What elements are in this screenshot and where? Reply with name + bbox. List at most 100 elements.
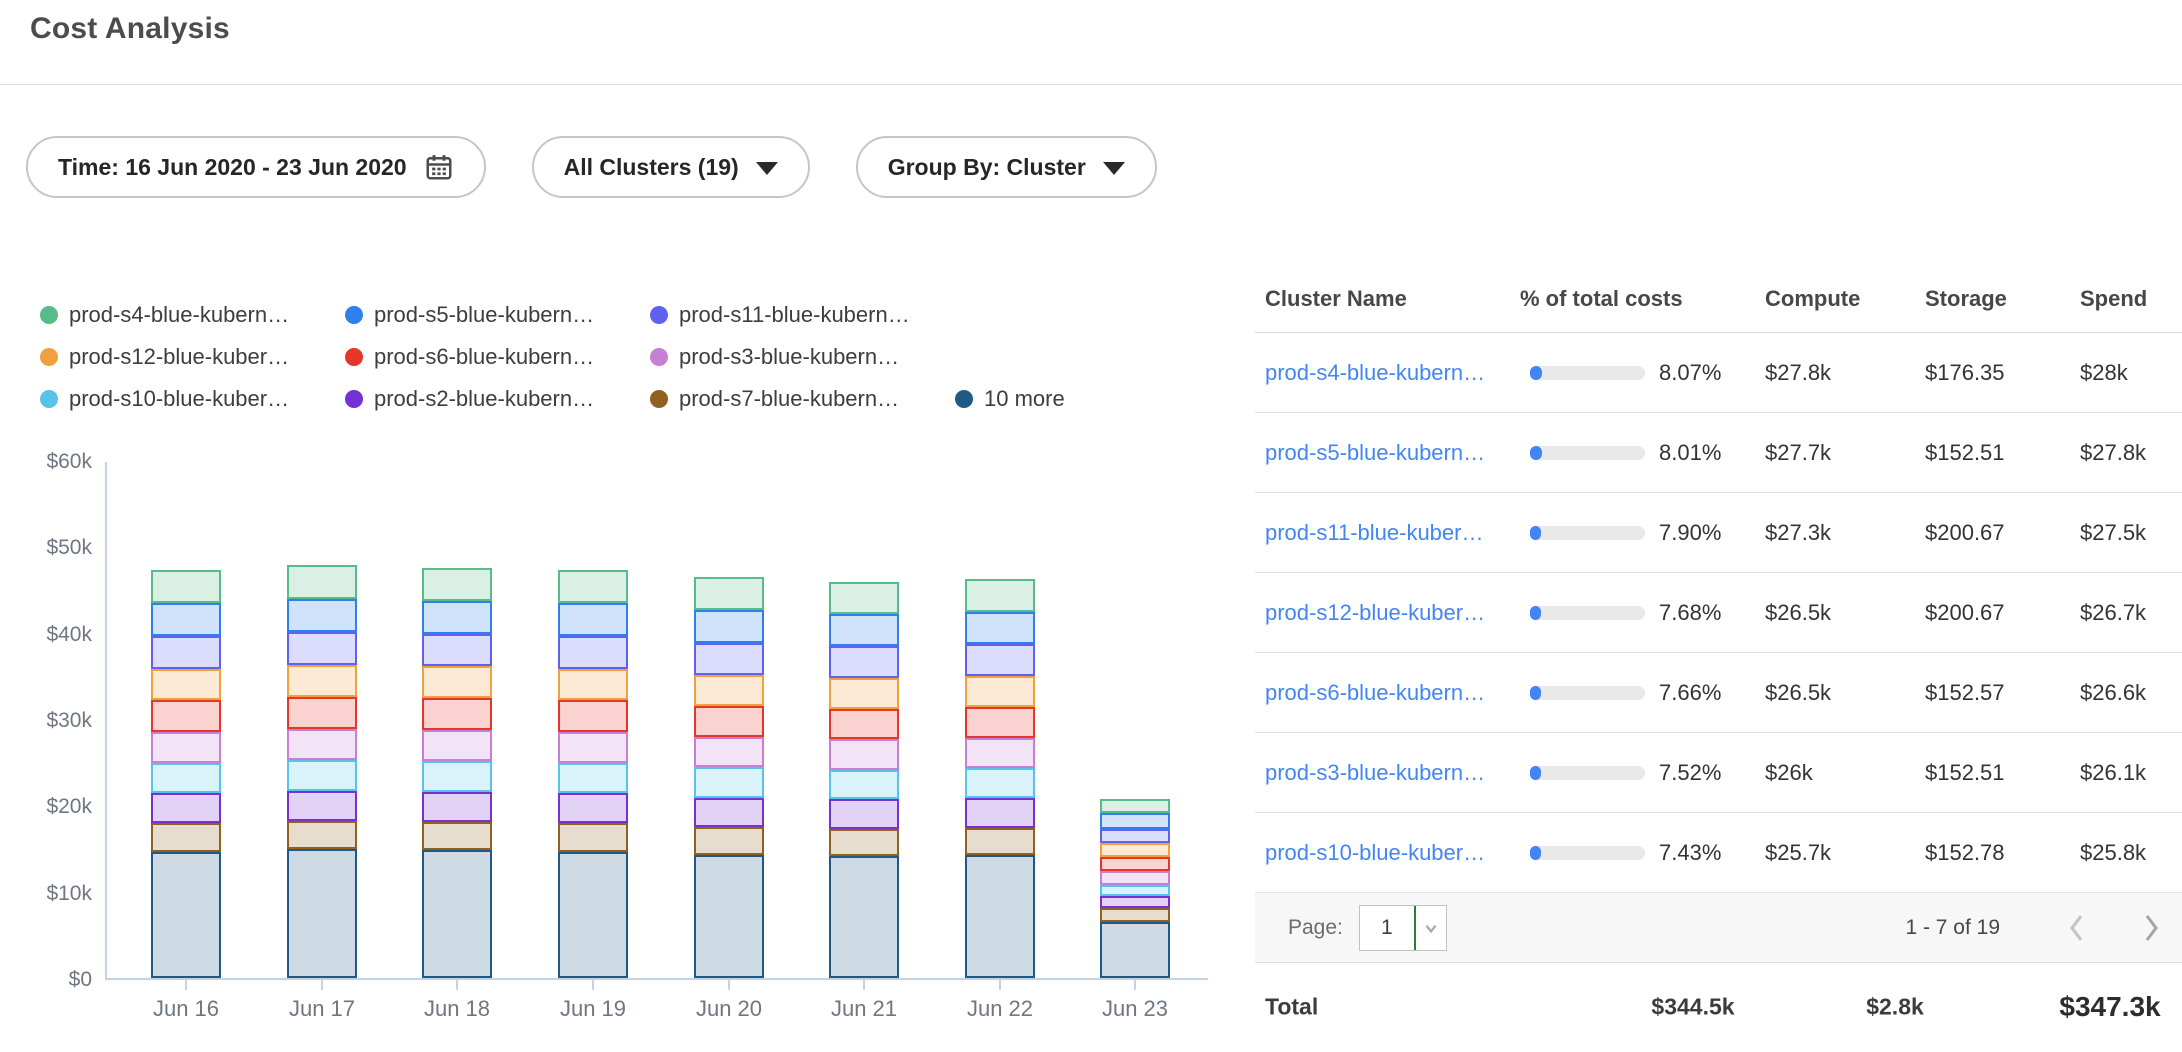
bar-segment-10-more[interactable] bbox=[1100, 922, 1170, 978]
bar-segment-prod-s7-blue-kubern[interactable] bbox=[287, 821, 357, 849]
bar-segment-prod-s11-blue-kubern[interactable] bbox=[694, 643, 764, 675]
bar-segment-prod-s2-blue-kubern[interactable] bbox=[558, 793, 628, 823]
bar-segment-prod-s10-blue-kuber[interactable] bbox=[422, 761, 492, 792]
bar-segment-prod-s11-blue-kubern[interactable] bbox=[287, 632, 357, 665]
bar-segment-prod-s7-blue-kubern[interactable] bbox=[965, 828, 1035, 856]
legend-item-prod-s12-blue-kuber[interactable]: prod-s12-blue-kuber… bbox=[40, 344, 345, 370]
bar-segment-prod-s12-blue-kuber[interactable] bbox=[694, 675, 764, 706]
bar-segment-prod-s4-blue-kubern[interactable] bbox=[422, 568, 492, 601]
time-range-filter[interactable]: Time: 16 Jun 2020 - 23 Jun 2020 bbox=[26, 136, 486, 198]
bar-segment-prod-s6-blue-kubern[interactable] bbox=[694, 706, 764, 737]
cluster-link-prod-s5-blue-kubern[interactable]: prod-s5-blue-kubern… bbox=[1265, 440, 1485, 465]
bar-segment-prod-s5-blue-kubern[interactable] bbox=[965, 612, 1035, 644]
bar-segment-10-more[interactable] bbox=[965, 855, 1035, 978]
chevron-right-icon[interactable] bbox=[2142, 911, 2162, 945]
bar-jun-17[interactable] bbox=[287, 565, 357, 978]
cluster-link-prod-s11-blue-kuber[interactable]: prod-s11-blue-kuber… bbox=[1265, 520, 1483, 545]
bar-segment-prod-s3-blue-kubern[interactable] bbox=[422, 730, 492, 761]
bar-segment-prod-s10-blue-kuber[interactable] bbox=[965, 768, 1035, 798]
cluster-link-prod-s4-blue-kubern[interactable]: prod-s4-blue-kubern… bbox=[1265, 360, 1485, 385]
bar-segment-prod-s2-blue-kubern[interactable] bbox=[422, 792, 492, 822]
bar-jun-20[interactable] bbox=[694, 577, 764, 978]
bar-jun-16[interactable] bbox=[151, 570, 221, 978]
bar-segment-prod-s5-blue-kubern[interactable] bbox=[1100, 813, 1170, 829]
clusters-filter[interactable]: All Clusters (19) bbox=[532, 136, 810, 198]
bar-segment-prod-s5-blue-kubern[interactable] bbox=[287, 599, 357, 632]
bar-segment-prod-s5-blue-kubern[interactable] bbox=[694, 610, 764, 642]
bar-segment-prod-s4-blue-kubern[interactable] bbox=[694, 577, 764, 610]
bar-segment-prod-s10-blue-kuber[interactable] bbox=[1100, 885, 1170, 897]
bar-segment-prod-s6-blue-kubern[interactable] bbox=[965, 707, 1035, 738]
bar-segment-prod-s2-blue-kubern[interactable] bbox=[829, 799, 899, 828]
cluster-link-prod-s6-blue-kubern[interactable]: prod-s6-blue-kubern… bbox=[1265, 680, 1485, 705]
cluster-link-prod-s12-blue-kuber[interactable]: prod-s12-blue-kuber… bbox=[1265, 600, 1485, 625]
bar-segment-prod-s3-blue-kubern[interactable] bbox=[558, 732, 628, 763]
chevron-left-icon[interactable] bbox=[2066, 911, 2086, 945]
bar-segment-prod-s4-blue-kubern[interactable] bbox=[151, 570, 221, 603]
cluster-link-prod-s3-blue-kubern[interactable]: prod-s3-blue-kubern… bbox=[1265, 760, 1485, 785]
bar-jun-19[interactable] bbox=[558, 570, 628, 978]
bar-jun-18[interactable] bbox=[422, 568, 492, 978]
bar-segment-prod-s12-blue-kuber[interactable] bbox=[422, 666, 492, 698]
page-select[interactable]: 1 bbox=[1359, 905, 1447, 951]
bar-segment-prod-s2-blue-kubern[interactable] bbox=[287, 791, 357, 821]
bar-segment-10-more[interactable] bbox=[151, 852, 221, 978]
bar-segment-prod-s6-blue-kubern[interactable] bbox=[829, 709, 899, 740]
legend-item-prod-s3-blue-kubern[interactable]: prod-s3-blue-kubern… bbox=[650, 344, 955, 370]
bar-segment-prod-s2-blue-kubern[interactable] bbox=[151, 793, 221, 823]
bar-segment-prod-s4-blue-kubern[interactable] bbox=[1100, 799, 1170, 813]
bar-segment-prod-s6-blue-kubern[interactable] bbox=[422, 698, 492, 730]
bar-segment-prod-s12-blue-kuber[interactable] bbox=[829, 678, 899, 709]
bar-segment-prod-s6-blue-kubern[interactable] bbox=[151, 700, 221, 732]
legend-item-prod-s10-blue-kuber[interactable]: prod-s10-blue-kuber… bbox=[40, 386, 345, 412]
bar-segment-prod-s6-blue-kubern[interactable] bbox=[1100, 857, 1170, 872]
bar-segment-prod-s7-blue-kubern[interactable] bbox=[422, 822, 492, 850]
legend-item-10-more[interactable]: 10 more bbox=[955, 386, 1260, 412]
bar-segment-prod-s3-blue-kubern[interactable] bbox=[694, 737, 764, 768]
legend-item-prod-s6-blue-kubern[interactable]: prod-s6-blue-kubern… bbox=[345, 344, 650, 370]
bar-segment-prod-s3-blue-kubern[interactable] bbox=[1100, 871, 1170, 884]
bar-jun-23[interactable] bbox=[1100, 799, 1170, 978]
legend-item-prod-s2-blue-kubern[interactable]: prod-s2-blue-kubern… bbox=[345, 386, 650, 412]
bar-segment-prod-s3-blue-kubern[interactable] bbox=[965, 738, 1035, 768]
bar-segment-prod-s3-blue-kubern[interactable] bbox=[151, 732, 221, 763]
bar-segment-10-more[interactable] bbox=[694, 855, 764, 978]
bar-segment-prod-s10-blue-kuber[interactable] bbox=[558, 763, 628, 794]
bar-segment-prod-s5-blue-kubern[interactable] bbox=[829, 614, 899, 646]
bar-segment-prod-s11-blue-kubern[interactable] bbox=[151, 636, 221, 668]
bar-segment-prod-s4-blue-kubern[interactable] bbox=[287, 565, 357, 599]
bar-segment-prod-s11-blue-kubern[interactable] bbox=[965, 644, 1035, 676]
bar-segment-prod-s12-blue-kuber[interactable] bbox=[1100, 843, 1170, 857]
bar-segment-prod-s2-blue-kubern[interactable] bbox=[1100, 896, 1170, 908]
bar-segment-prod-s10-blue-kuber[interactable] bbox=[694, 767, 764, 797]
group-by-filter[interactable]: Group By: Cluster bbox=[856, 136, 1157, 198]
legend-item-prod-s7-blue-kubern[interactable]: prod-s7-blue-kubern… bbox=[650, 386, 955, 412]
bar-jun-21[interactable] bbox=[829, 582, 899, 978]
bar-segment-prod-s10-blue-kuber[interactable] bbox=[151, 763, 221, 794]
bar-segment-prod-s12-blue-kuber[interactable] bbox=[151, 669, 221, 701]
bar-segment-prod-s2-blue-kubern[interactable] bbox=[965, 798, 1035, 827]
bar-segment-prod-s11-blue-kubern[interactable] bbox=[422, 634, 492, 667]
legend-item-prod-s11-blue-kubern[interactable]: prod-s11-blue-kubern… bbox=[650, 302, 955, 328]
bar-segment-prod-s10-blue-kuber[interactable] bbox=[287, 760, 357, 791]
bar-segment-prod-s3-blue-kubern[interactable] bbox=[829, 739, 899, 769]
bar-segment-prod-s4-blue-kubern[interactable] bbox=[558, 570, 628, 603]
bar-segment-prod-s11-blue-kubern[interactable] bbox=[829, 646, 899, 678]
bar-segment-10-more[interactable] bbox=[829, 856, 899, 978]
legend-item-prod-s4-blue-kubern[interactable]: prod-s4-blue-kubern… bbox=[40, 302, 345, 328]
bar-segment-prod-s7-blue-kubern[interactable] bbox=[151, 823, 221, 851]
bar-segment-prod-s10-blue-kuber[interactable] bbox=[829, 770, 899, 800]
bar-segment-prod-s7-blue-kubern[interactable] bbox=[1100, 908, 1170, 922]
bar-segment-10-more[interactable] bbox=[558, 852, 628, 978]
bar-segment-prod-s4-blue-kubern[interactable] bbox=[965, 579, 1035, 612]
bar-segment-prod-s11-blue-kubern[interactable] bbox=[558, 636, 628, 668]
bar-segment-prod-s2-blue-kubern[interactable] bbox=[694, 798, 764, 827]
bar-segment-prod-s12-blue-kuber[interactable] bbox=[287, 665, 357, 697]
bar-segment-prod-s5-blue-kubern[interactable] bbox=[558, 603, 628, 636]
cluster-link-prod-s10-blue-kuber[interactable]: prod-s10-blue-kuber… bbox=[1265, 840, 1485, 865]
bar-segment-10-more[interactable] bbox=[287, 849, 357, 978]
bar-segment-prod-s6-blue-kubern[interactable] bbox=[287, 697, 357, 729]
bar-segment-prod-s6-blue-kubern[interactable] bbox=[558, 700, 628, 732]
bar-segment-prod-s7-blue-kubern[interactable] bbox=[558, 823, 628, 851]
bar-segment-prod-s12-blue-kuber[interactable] bbox=[558, 669, 628, 701]
